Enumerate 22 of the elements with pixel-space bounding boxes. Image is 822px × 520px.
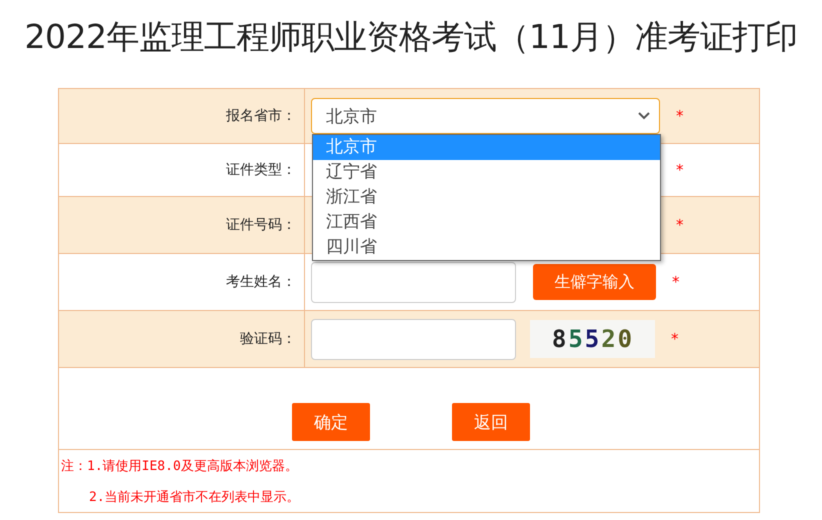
dropdown-option[interactable]: 江西省	[313, 210, 660, 235]
dropdown-option[interactable]: 四川省	[313, 235, 660, 260]
input-field[interactable]	[311, 262, 516, 302]
dropdown-option[interactable]: 辽宁省	[313, 160, 660, 185]
field-label: 报名省市：	[226, 107, 296, 125]
required-mark: *	[676, 107, 684, 125]
required-mark: *	[676, 161, 684, 179]
note-text: 2.当前未开通省市不在列表中显示。	[88, 489, 301, 506]
required-mark: *	[671, 330, 678, 348]
required-mark: *	[672, 273, 680, 291]
input-field[interactable]	[311, 318, 516, 360]
province-select[interactable]: 北京市	[311, 98, 660, 134]
required-mark: *	[676, 216, 684, 234]
captcha-image: 85520	[530, 320, 655, 358]
chevron-down-icon	[637, 111, 651, 121]
field-label: 证件类型：	[226, 161, 296, 179]
field-label: 证件号码：	[226, 216, 296, 234]
note-text: 注：1.请使用IE8.0及更高版本浏览器。	[61, 458, 299, 475]
page-title: 2022年监理工程师职业资格考试（11月）准考证打印	[24, 17, 798, 57]
field-label: 验证码：	[240, 330, 296, 348]
field-label: 考生姓名：	[226, 273, 296, 291]
dropdown-option[interactable]: 浙江省	[313, 185, 660, 210]
